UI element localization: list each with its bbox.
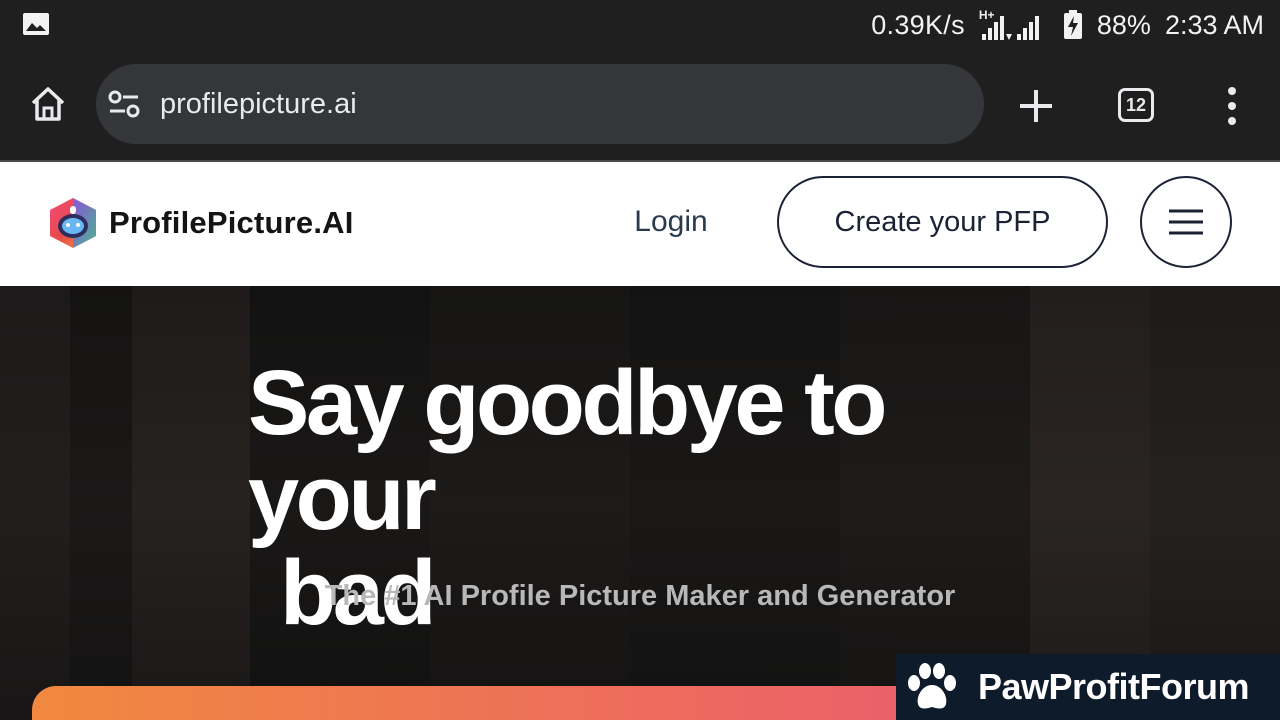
new-tab-icon[interactable] xyxy=(1016,86,1056,126)
url-text[interactable]: profilepicture.ai xyxy=(160,88,357,121)
site-header: ProfilePicture.AI Login Create your PFP xyxy=(0,162,1280,286)
robot-logo-icon xyxy=(50,198,96,248)
clock: 2:33 AM xyxy=(1164,9,1264,40)
home-icon[interactable] xyxy=(28,84,68,124)
tab-count-label: 12 xyxy=(1125,94,1147,115)
battery-charging-icon xyxy=(1063,10,1082,39)
brand-name: ProfilePicture.AI xyxy=(109,205,354,240)
more-menu-icon[interactable] xyxy=(1222,86,1242,126)
menu-button[interactable] xyxy=(1140,176,1232,268)
status-indicators: 0.39K/s H+ 88% 2:33 AM xyxy=(871,0,1264,50)
hero-subtitle: The #1 AI Profile Picture Maker and Gene… xyxy=(324,580,956,612)
signal-icon: H+ xyxy=(979,8,1049,42)
gallery-icon xyxy=(23,13,49,35)
battery-level: 88% xyxy=(1096,9,1151,40)
network-speed: 0.39K/s xyxy=(871,9,965,40)
login-link[interactable]: Login xyxy=(612,202,730,242)
network-type: H+ xyxy=(978,8,995,22)
brand-logo-link[interactable]: ProfilePicture.AI xyxy=(46,196,354,250)
tab-switcher-icon[interactable]: 12 xyxy=(1118,88,1154,122)
hero-heading-line1: Say goodbye to your xyxy=(248,352,887,549)
paw-icon xyxy=(908,663,956,709)
address-bar[interactable]: profilepicture.ai xyxy=(96,64,984,144)
status-bar: 0.39K/s H+ 88% 2:33 AM xyxy=(0,0,1280,50)
hamburger-icon xyxy=(1169,209,1203,235)
watermark-text: PawProfitForum xyxy=(978,666,1250,707)
browser-toolbar: profilepicture.ai 12 xyxy=(0,50,1280,160)
watermark-banner: PawProfitForum xyxy=(896,654,1280,720)
site-settings-icon[interactable] xyxy=(108,89,140,119)
create-pfp-button[interactable]: Create your PFP xyxy=(777,176,1108,268)
